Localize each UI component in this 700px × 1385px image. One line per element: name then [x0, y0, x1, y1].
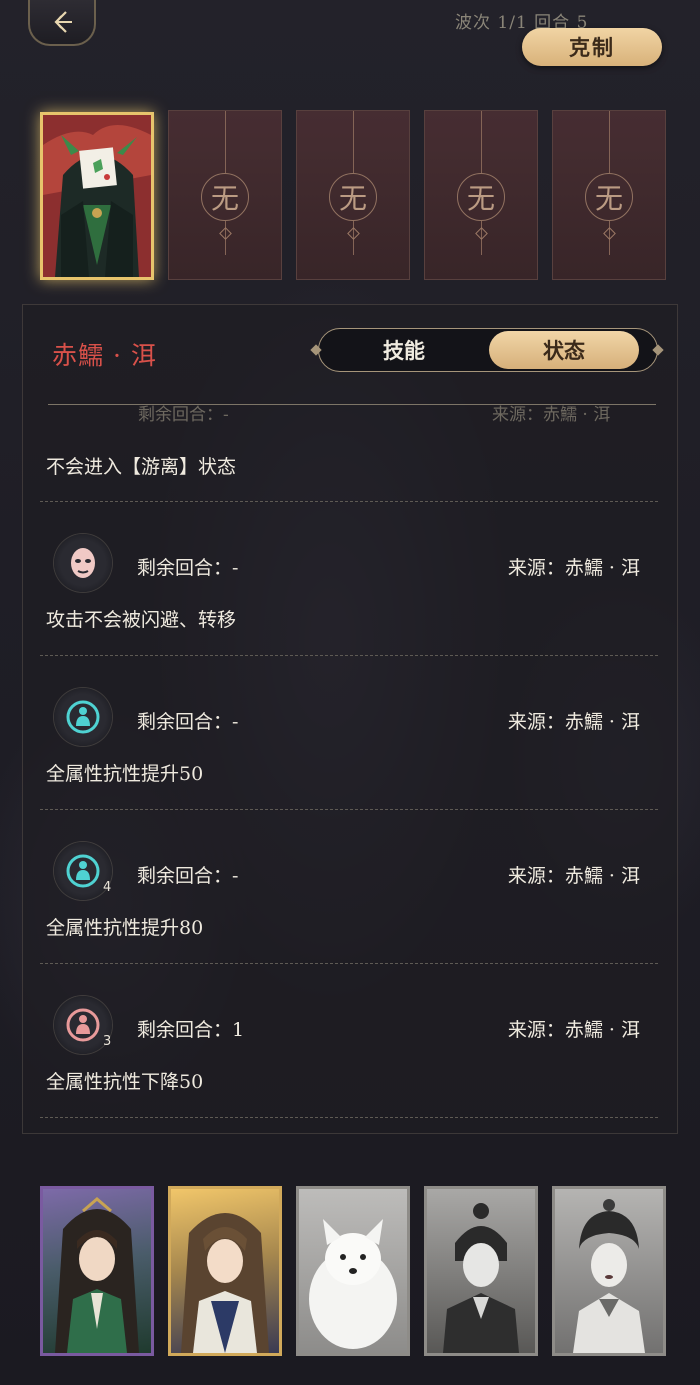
enemy-slot-active[interactable]	[40, 112, 154, 280]
remaining-rounds: 剩余回合：-	[137, 865, 239, 887]
shield-person-icon	[66, 854, 100, 888]
character-portrait	[181, 1213, 269, 1353]
faded-remain-label: 剩余回合：-	[138, 405, 229, 425]
enemy-slot-empty: 无	[424, 110, 538, 280]
counter-button[interactable]: 克制	[522, 28, 662, 66]
remaining-rounds: 剩余回合：-	[137, 557, 239, 579]
effect-source: 来源：赤鱬 · 洱	[507, 865, 640, 887]
team-member-card[interactable]	[40, 1186, 154, 1356]
tab-status[interactable]: 状态	[489, 331, 639, 369]
effect-separator	[40, 501, 658, 502]
empty-slot-label: 无	[585, 173, 633, 221]
effect-description: 不会进入【游离】状态	[46, 456, 237, 478]
character-portrait	[443, 1203, 519, 1353]
shield-person-icon	[66, 700, 100, 734]
effect-separator	[40, 1117, 658, 1118]
effect-description: 攻击不会被闪避、转移	[46, 609, 237, 631]
slot-ornament-dot	[219, 227, 232, 240]
team-member-card[interactable]	[424, 1186, 538, 1356]
effect-description: 全属性抗性提升50	[46, 763, 204, 785]
slot-ornament-line	[225, 111, 226, 173]
stack-count: 4	[103, 880, 112, 895]
effect-separator	[40, 963, 658, 964]
effect-description: 全属性抗性下降50	[46, 1071, 204, 1093]
effect-source: 来源：赤鱬 · 洱	[507, 711, 640, 733]
mask-icon	[71, 548, 95, 578]
enemy-slot-empty: 无	[552, 110, 666, 280]
effect-icon[interactable]	[54, 688, 112, 746]
effect-separator	[40, 655, 658, 656]
slot-ornament-line	[353, 111, 354, 173]
character-portrait	[309, 1219, 397, 1349]
enemy-slot-empty: 无	[296, 110, 410, 280]
slot-ornament-line	[481, 111, 482, 173]
character-name: 赤鱬 · 洱	[52, 341, 157, 370]
effect-description: 全属性抗性提升80	[46, 917, 204, 939]
remaining-rounds: 剩余回合：1	[137, 1019, 245, 1041]
stack-count: 3	[103, 1034, 112, 1049]
tab-switcher: 技能 状态	[318, 328, 658, 372]
team-member-card[interactable]	[168, 1186, 282, 1356]
debuff-person-icon	[66, 1008, 100, 1042]
slot-ornament-dot	[475, 227, 488, 240]
character-portrait	[573, 1199, 645, 1353]
effect-source: 来源：赤鱬 · 洱	[507, 557, 640, 579]
effect-separator	[40, 809, 658, 810]
slot-ornament-line	[609, 111, 610, 173]
back-arrow-icon	[54, 11, 72, 33]
character-portrait	[55, 1197, 139, 1353]
effect-source: 来源：赤鱬 · 洱	[507, 1019, 640, 1041]
enemy-slot-empty: 无	[168, 110, 282, 280]
slot-ornament-dot	[347, 227, 360, 240]
effect-icon[interactable]	[54, 534, 112, 592]
remaining-rounds: 剩余回合：-	[137, 711, 239, 733]
empty-slot-label: 无	[329, 173, 377, 221]
faded-source-label: 来源：赤鱬 · 洱	[492, 405, 611, 425]
enemy-portrait	[43, 115, 151, 277]
empty-slot-label: 无	[457, 173, 505, 221]
team-member-card[interactable]	[552, 1186, 666, 1356]
back-button[interactable]	[28, 0, 96, 46]
slot-ornament-dot	[603, 227, 616, 240]
tab-skill[interactable]: 技能	[319, 329, 489, 371]
empty-slot-label: 无	[201, 173, 249, 221]
team-member-card[interactable]	[296, 1186, 410, 1356]
